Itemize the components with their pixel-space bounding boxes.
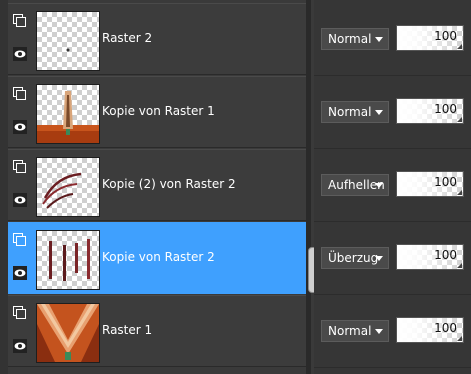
resize-corner-icon bbox=[457, 117, 462, 122]
eye-icon[interactable] bbox=[13, 47, 27, 61]
layer-name: Raster 2 bbox=[102, 31, 153, 45]
blend-mode-label: Überzug bbox=[328, 251, 379, 265]
layer-row-raster-2[interactable]: Raster 2 bbox=[8, 3, 306, 75]
opacity-field[interactable]: 100 bbox=[396, 171, 464, 197]
layer-thumbnail bbox=[36, 11, 100, 71]
chevron-down-icon bbox=[375, 183, 383, 188]
opacity-field[interactable]: 100 bbox=[396, 317, 464, 343]
layer-group-icon[interactable] bbox=[13, 87, 27, 101]
eye-icon[interactable] bbox=[13, 339, 27, 353]
resize-corner-icon bbox=[457, 263, 462, 268]
chevron-down-icon bbox=[375, 110, 383, 115]
layer-thumbnail bbox=[36, 303, 100, 363]
resize-corner-icon bbox=[457, 190, 462, 195]
opacity-field[interactable]: 100 bbox=[396, 244, 464, 270]
blend-mode-select[interactable]: Aufhellen bbox=[321, 174, 389, 196]
opacity-value: 100 bbox=[434, 321, 457, 335]
layer-row-raster-1[interactable]: Raster 1 bbox=[8, 295, 306, 367]
blend-mode-select[interactable]: Normal bbox=[321, 101, 389, 123]
layer-row-kopie-von-raster-1[interactable]: Kopie von Raster 1 bbox=[8, 76, 306, 148]
layer-properties-row: Normal 100 bbox=[314, 295, 471, 368]
opacity-value: 100 bbox=[434, 175, 457, 189]
blend-mode-select[interactable]: Normal bbox=[321, 28, 389, 50]
layer-group-icon[interactable] bbox=[13, 160, 27, 174]
layer-group-icon[interactable] bbox=[13, 14, 27, 28]
resize-corner-icon bbox=[457, 336, 462, 341]
layer-name: Kopie von Raster 1 bbox=[102, 104, 215, 118]
layer-list: Raster 2 Kopie von Raster 1 Kopie (2) vo… bbox=[0, 0, 306, 374]
layer-row-kopie-von-raster-2[interactable]: Kopie von Raster 2 bbox=[8, 222, 306, 294]
layer-properties-row: Normal 100 bbox=[314, 3, 471, 76]
eye-icon[interactable] bbox=[13, 266, 27, 280]
layer-name: Raster 1 bbox=[102, 323, 153, 337]
layer-name: Kopie von Raster 2 bbox=[102, 250, 215, 264]
eye-icon[interactable] bbox=[13, 193, 27, 207]
layer-thumbnail bbox=[36, 230, 100, 290]
layer-properties-column: Normal 100 Normal 100 Aufhellen 100 Über… bbox=[314, 0, 471, 374]
blend-mode-label: Normal bbox=[328, 324, 372, 338]
layer-properties-row: Aufhellen 100 bbox=[314, 149, 471, 222]
blend-mode-select[interactable]: Überzug bbox=[321, 247, 389, 269]
layer-name: Kopie (2) von Raster 2 bbox=[102, 177, 236, 191]
layer-properties-row: Normal 100 bbox=[314, 76, 471, 149]
layer-group-icon[interactable] bbox=[13, 233, 27, 247]
layer-thumbnail bbox=[36, 157, 100, 217]
opacity-value: 100 bbox=[434, 248, 457, 262]
blend-mode-select[interactable]: Normal bbox=[321, 320, 389, 342]
layer-row-kopie-2-von-raster-2[interactable]: Kopie (2) von Raster 2 bbox=[8, 149, 306, 221]
chevron-down-icon bbox=[375, 329, 383, 334]
layer-thumbnail bbox=[36, 84, 100, 144]
opacity-field[interactable]: 100 bbox=[396, 98, 464, 124]
layers-panel: Raster 2 Kopie von Raster 1 Kopie (2) vo… bbox=[0, 0, 471, 374]
layer-group-icon[interactable] bbox=[13, 306, 27, 320]
resize-corner-icon bbox=[457, 44, 462, 49]
blend-mode-label: Normal bbox=[328, 105, 372, 119]
eye-icon[interactable] bbox=[13, 120, 27, 134]
opacity-value: 100 bbox=[434, 29, 457, 43]
chevron-down-icon bbox=[375, 37, 383, 42]
opacity-value: 100 bbox=[434, 102, 457, 116]
chevron-down-icon bbox=[375, 256, 383, 261]
panel-splitter bbox=[306, 0, 311, 374]
blend-mode-label: Normal bbox=[328, 32, 372, 46]
opacity-field[interactable]: 100 bbox=[396, 25, 464, 51]
layer-properties-row: Überzug 100 bbox=[314, 222, 471, 295]
